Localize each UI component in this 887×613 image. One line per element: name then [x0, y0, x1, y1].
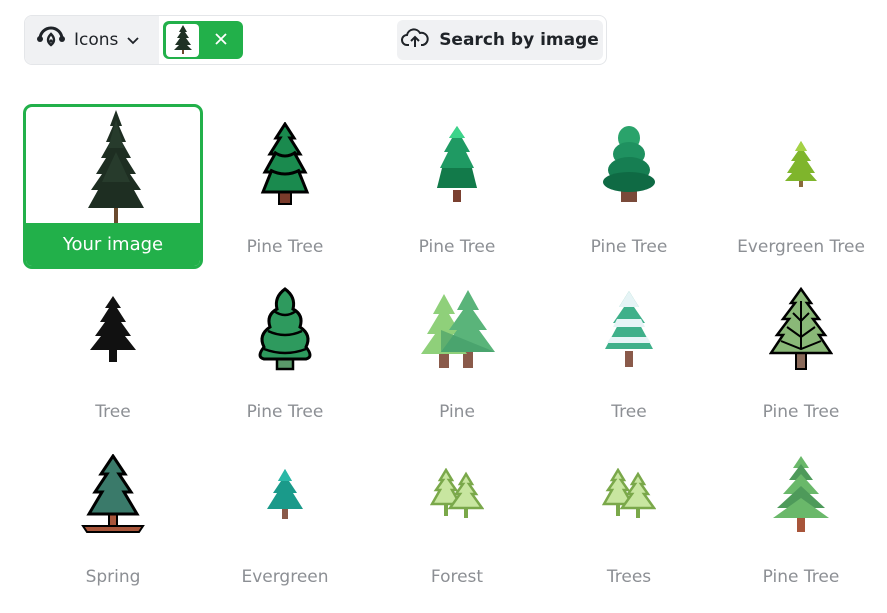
result-label: Tree — [611, 402, 647, 422]
pine-tree-layered-icon — [711, 434, 887, 554]
result-label: Pine Tree — [418, 237, 496, 257]
search-type-dropdown[interactable]: Icons — [25, 16, 159, 64]
result-card[interactable]: Pine Tree — [195, 104, 375, 269]
result-card[interactable]: Tree — [23, 269, 203, 434]
result-card[interactable]: Pine Tree — [539, 104, 719, 269]
result-label: Evergreen Tree — [737, 237, 865, 257]
result-label: Pine Tree — [762, 567, 840, 587]
pine-tree-black-outline-icon — [195, 104, 375, 224]
evergreen-teal-icon — [195, 434, 375, 554]
pine-tree-gradient-icon — [367, 104, 547, 224]
result-card[interactable]: Trees — [539, 434, 719, 599]
uploaded-pine-photo — [26, 107, 200, 227]
result-card[interactable]: Pine — [367, 269, 547, 434]
result-label: Pine — [439, 402, 475, 422]
result-card[interactable]: Pine Tree — [711, 434, 887, 599]
snowy-tree-icon — [539, 269, 719, 389]
result-label: Evergreen — [241, 567, 329, 587]
result-label: Trees — [606, 567, 652, 587]
trees-outline-icon — [539, 434, 719, 554]
pine-tree-sketch-icon — [711, 269, 887, 389]
result-card[interactable]: Evergreen — [195, 434, 375, 599]
pine-pair-icon — [367, 269, 547, 389]
result-label: Pine Tree — [246, 402, 324, 422]
search-bar: Icons Search by image — [24, 15, 607, 65]
uploaded-image-chip — [163, 21, 243, 59]
spring-tree-icon — [23, 434, 203, 554]
search-by-image-label: Search by image — [439, 30, 599, 50]
search-type-label: Icons — [74, 30, 119, 50]
result-label: Forest — [430, 567, 484, 587]
remove-image-button[interactable] — [199, 31, 243, 50]
search-by-image-button[interactable]: Search by image — [397, 20, 603, 60]
result-label: Spring — [85, 567, 141, 587]
pine-tree-flat-green-icon — [539, 104, 719, 224]
close-icon — [214, 31, 228, 50]
your-image-card[interactable]: Your image — [23, 104, 203, 269]
result-card[interactable]: Tree — [539, 269, 719, 434]
cloud-upload-icon — [401, 27, 429, 53]
tree-silhouette-icon — [23, 269, 203, 389]
pine-tree-lineal-color-icon — [195, 269, 375, 389]
uploaded-image-thumbnail[interactable] — [166, 23, 199, 57]
result-label: Pine Tree — [590, 237, 668, 257]
icons-category-icon — [36, 25, 66, 55]
evergreen-tree-small-icon — [711, 104, 887, 224]
your-image-label: Your image — [26, 223, 200, 266]
result-card[interactable]: Spring — [23, 434, 203, 599]
forest-outline-icon — [367, 434, 547, 554]
result-card[interactable]: Evergreen Tree — [711, 104, 887, 269]
chevron-down-icon — [126, 31, 140, 50]
result-label: Pine Tree — [246, 237, 324, 257]
result-label: Pine Tree — [762, 402, 840, 422]
result-label: Tree — [95, 402, 131, 422]
result-card[interactable]: Pine Tree — [195, 269, 375, 434]
result-card[interactable]: Pine Tree — [367, 104, 547, 269]
result-card[interactable]: Forest — [367, 434, 547, 599]
result-card[interactable]: Pine Tree — [711, 269, 887, 434]
